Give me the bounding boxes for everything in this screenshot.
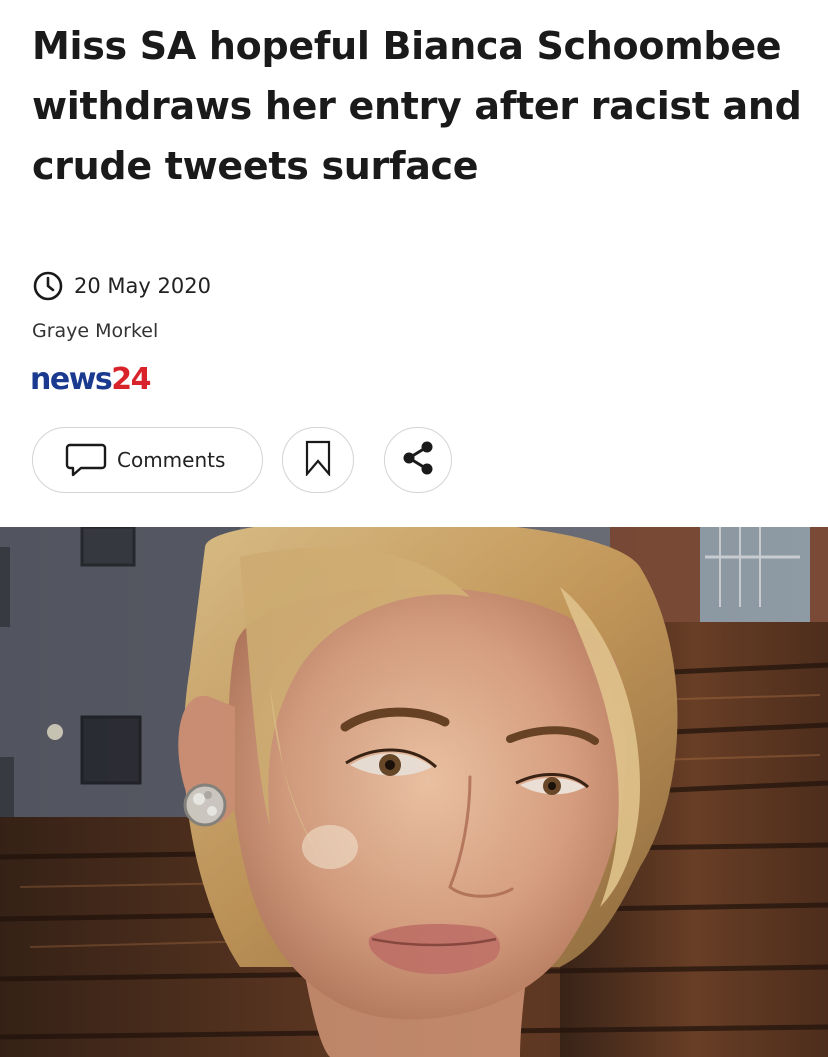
article-headline: Miss SA hopeful Bianca Schoombee withdra…: [32, 24, 802, 188]
logo-news-text: news: [30, 362, 113, 397]
article-header: Miss SA hopeful Bianca Schoombee withdra…: [0, 0, 828, 527]
bookmark-button[interactable]: [282, 427, 354, 493]
comment-bubble-icon: [65, 442, 107, 478]
logo-24-text: 24: [111, 362, 151, 397]
comments-button[interactable]: Comments: [32, 427, 263, 493]
hero-image[interactable]: [0, 527, 828, 1057]
publish-date: 20 May 2020: [74, 274, 211, 298]
bookmark-icon: [304, 440, 332, 480]
hero-photo-illustration: [0, 527, 828, 1057]
share-button[interactable]: [384, 427, 452, 493]
share-icon: [399, 438, 437, 482]
publish-date-row: 20 May 2020: [32, 268, 211, 304]
article-page: Miss SA hopeful Bianca Schoombee withdra…: [0, 0, 828, 1057]
author-name[interactable]: Graye Morkel: [32, 320, 158, 342]
publisher-logo[interactable]: news24: [30, 360, 152, 400]
clock-icon: [32, 270, 64, 302]
comments-label: Comments: [117, 448, 226, 472]
